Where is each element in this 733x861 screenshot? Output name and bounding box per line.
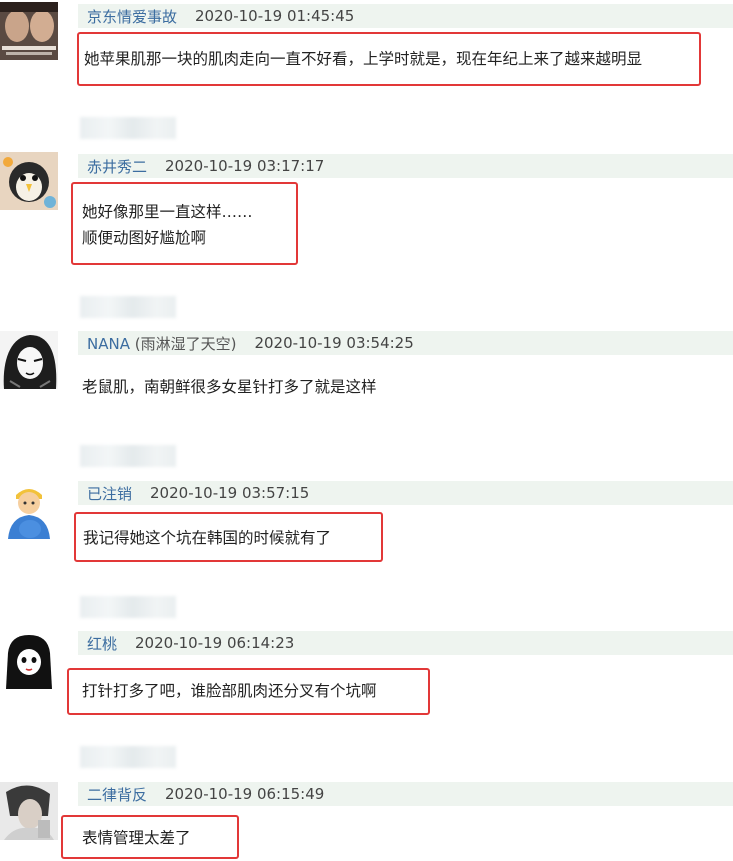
- portrait-avatar-icon: [0, 782, 58, 840]
- comment-line: 顺便动图好尴尬啊: [82, 229, 207, 247]
- blurred-reply: [80, 445, 176, 467]
- username[interactable]: 二律背反: [87, 784, 147, 805]
- avatar[interactable]: [0, 2, 58, 60]
- username[interactable]: 京东情爱事故: [87, 6, 177, 27]
- comment-header: 红桃 2020-10-19 06:14:23: [78, 631, 733, 655]
- manga-avatar-icon: [0, 331, 58, 389]
- timestamp: 2020-10-19 03:57:15: [150, 484, 310, 502]
- comment-line: 老鼠肌，南朝鲜很多女星针打多了就是这样: [82, 378, 377, 396]
- comment-text: 老鼠肌，南朝鲜很多女星针打多了就是这样: [82, 374, 377, 400]
- comment-header: NANA (雨淋湿了天空) 2020-10-19 03:54:25: [78, 331, 733, 355]
- comment-header: 京东情爱事故 2020-10-19 01:45:45: [78, 4, 733, 28]
- comment-text: 表情管理太差了: [82, 825, 191, 851]
- username[interactable]: NANA (雨淋湿了天空): [87, 333, 236, 354]
- comment-line: 表情管理太差了: [82, 829, 191, 847]
- comment-text: 她好像那里一直这样…… 顺便动图好尴尬啊: [82, 199, 253, 251]
- comment-line: 我记得她这个坑在韩国的时候就有了: [83, 529, 332, 547]
- comment-header: 赤井秀二 2020-10-19 03:17:17: [78, 154, 733, 178]
- username-text: NANA: [87, 334, 130, 353]
- blurred-reply: [80, 596, 176, 618]
- comment-header: 已注销 2020-10-19 03:57:15: [78, 481, 733, 505]
- comment-line: 打针打多了吧，谁脸部肌肉还分叉有个坑啊: [82, 682, 377, 700]
- comment-text: 她苹果肌那一块的肌肉走向一直不好看，上学时就是，现在年纪上来了越来越明显: [84, 46, 642, 72]
- username[interactable]: 已注销: [87, 483, 132, 504]
- girl-drawing-avatar-icon: [0, 631, 58, 689]
- timestamp: 2020-10-19 01:45:45: [195, 7, 355, 25]
- timestamp: 2020-10-19 03:54:25: [254, 334, 414, 352]
- blurred-reply: [80, 117, 176, 139]
- timestamp: 2020-10-19 06:15:49: [165, 785, 325, 803]
- avatar[interactable]: [0, 782, 58, 840]
- avatar[interactable]: [0, 152, 58, 210]
- comment-line: 她好像那里一直这样……: [82, 203, 253, 221]
- timestamp: 2020-10-19 03:17:17: [165, 157, 325, 175]
- comment-header: 二律背反 2020-10-19 06:15:49: [78, 782, 733, 806]
- comment-line: 她苹果肌那一块的肌肉走向一直不好看，上学时就是，现在年纪上来了越来越明显: [84, 50, 643, 68]
- blurred-reply: [80, 296, 176, 318]
- blurred-reply: [80, 746, 176, 768]
- avatar[interactable]: [0, 331, 58, 389]
- comment-text: 打针打多了吧，谁脸部肌肉还分叉有个坑啊: [82, 678, 377, 704]
- comment-text: 我记得她这个坑在韩国的时候就有了: [83, 525, 331, 551]
- bird-avatar-icon: [0, 152, 58, 210]
- timestamp: 2020-10-19 06:14:23: [135, 634, 295, 652]
- emoji-person-avatar-icon: [0, 481, 58, 539]
- avatar[interactable]: [0, 631, 58, 689]
- avatar[interactable]: [0, 481, 58, 539]
- photo-avatar-icon: [0, 2, 58, 60]
- username[interactable]: 赤井秀二: [87, 156, 147, 177]
- username[interactable]: 红桃: [87, 633, 117, 654]
- username-suffix: (雨淋湿了天空): [129, 334, 237, 353]
